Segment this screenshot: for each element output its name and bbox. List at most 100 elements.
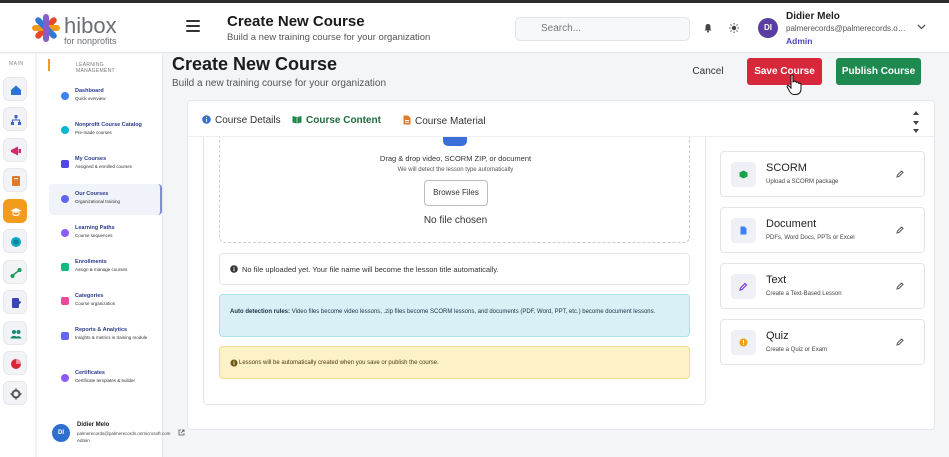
icon-rail: MAIN: [0, 54, 36, 457]
upload-icon: [443, 137, 467, 146]
home-icon: [11, 85, 21, 95]
browse-files-button[interactable]: Browse Files: [424, 180, 488, 206]
tab-label: Course Content: [306, 115, 381, 126]
user-email: palmerecords@palmerecords.onmicrosoft.co…: [786, 24, 910, 33]
user-role: Admin: [786, 36, 813, 46]
nav-user-role: Admin: [77, 438, 90, 443]
rail-learning-button[interactable]: [3, 199, 27, 223]
edit-icon[interactable]: [896, 170, 904, 178]
external-link-icon[interactable]: [178, 429, 185, 436]
nav-item-enrollments[interactable]: Enrollments Assign & manage courses: [49, 252, 162, 283]
pencil-icon: [731, 274, 756, 299]
bell-icon[interactable]: [703, 23, 713, 33]
menu-toggle-icon[interactable]: [186, 20, 200, 32]
network-icon: [10, 268, 22, 278]
material-type-text[interactable]: Text Create a Text-Based Lesson: [720, 263, 925, 309]
path-icon: [61, 229, 69, 237]
chart-icon: [61, 332, 69, 340]
sun-icon[interactable]: [729, 23, 739, 33]
nav-item-subtitle: Course organization: [75, 301, 116, 306]
nav-avatar[interactable]: DI: [52, 424, 70, 442]
nav-item-my-courses[interactable]: My Courses Assigned & enrolled courses: [49, 149, 162, 180]
document-icon: [731, 218, 756, 243]
rail-campaign-button[interactable]: [3, 138, 27, 162]
nav-item-categories[interactable]: Categories Course organization: [49, 286, 162, 317]
nav-item-subtitle: Certificate templates & builder: [75, 378, 136, 383]
avatar[interactable]: DI: [758, 18, 778, 38]
lessons-warning-notice: Lessons will be automatically created wh…: [219, 346, 690, 379]
learning-nav: LEARNING MANAGEMENT Dashboard Quick over…: [37, 54, 185, 457]
svg-text:hibox: hibox: [64, 13, 117, 38]
rail-network-button[interactable]: [3, 260, 27, 284]
info-icon: [202, 115, 211, 124]
book-open-icon: [61, 160, 69, 168]
nav-user-email: palmerecords@palmerecords.onmicrosoft.co…: [77, 431, 171, 436]
edit-icon[interactable]: [896, 338, 904, 346]
megaphone-icon: [11, 146, 21, 156]
auto-detection-text: Video files become video lessons, .zip f…: [291, 309, 656, 315]
rail-settings-button[interactable]: [3, 381, 27, 405]
nav-item-subtitle: Assign & manage courses: [75, 267, 128, 272]
nav-item-subtitle: Insights & metrics in training module: [75, 335, 148, 340]
course-tabs: Course Details Course Content Course Mat…: [188, 101, 934, 137]
material-title: SCORM: [766, 162, 807, 174]
org-chart-icon: [11, 115, 21, 125]
nav-item-reports[interactable]: Reports & Analytics Insights & metrics i…: [49, 320, 162, 356]
auto-detection-notice: Auto detection rules: Video files become…: [219, 294, 690, 337]
rail-globe-button[interactable]: [3, 229, 27, 253]
rail-section-label: MAIN: [9, 61, 24, 67]
rail-reports-button[interactable]: [3, 351, 27, 375]
nav-item-title: Dashboard: [75, 88, 104, 94]
rail-home-button[interactable]: [3, 77, 27, 101]
nav-item-subtitle: Pre-made courses: [75, 130, 112, 135]
tab-label: Course Material: [415, 116, 486, 127]
nav-item-learning-paths[interactable]: Learning Paths Course sequences: [49, 218, 162, 249]
pointer-cursor-icon: [786, 74, 802, 95]
tab-label: Course Details: [215, 115, 281, 126]
cancel-button[interactable]: Cancel: [683, 60, 733, 84]
hibox-logo[interactable]: hibox for nonprofits: [30, 11, 130, 47]
nav-item-subtitle: Organizational training: [75, 199, 121, 204]
material-subtitle: Create a Quiz or Exam: [766, 347, 828, 353]
info-icon: [230, 265, 238, 273]
edit-icon[interactable]: [896, 282, 904, 290]
pie-chart-icon: [11, 359, 21, 369]
chevron-down-icon[interactable]: [917, 24, 926, 30]
catalog-icon: [61, 126, 69, 134]
tab-course-details[interactable]: Course Details: [202, 114, 281, 126]
nav-heading: LEARNING MANAGEMENT: [76, 62, 115, 74]
package-icon: [731, 162, 756, 187]
nav-item-course-catalog[interactable]: Nonprofit Course Catalog Pre-made course…: [49, 115, 162, 146]
book-open-icon: [292, 116, 302, 124]
material-type-quiz[interactable]: Quiz Create a Quiz or Exam: [720, 319, 925, 365]
file-icon: [403, 115, 411, 125]
search-input[interactable]: Search...: [515, 17, 690, 41]
graduation-icon: [10, 208, 22, 216]
rail-docs-button[interactable]: [3, 290, 27, 314]
file-dropzone[interactable]: Drag & drop video, SCORM ZIP, or documen…: [219, 137, 690, 243]
publish-course-button[interactable]: Publish Course: [836, 58, 921, 85]
nav-item-dashboard[interactable]: Dashboard Quick overview: [49, 81, 162, 112]
material-title: Quiz: [766, 330, 789, 342]
user-name: Didier Melo: [786, 11, 840, 22]
rail-people-button[interactable]: [3, 321, 27, 345]
document-edit-icon: [12, 298, 22, 308]
tab-course-material[interactable]: Course Material: [403, 114, 486, 127]
dropzone-instruction: Drag & drop video, SCORM ZIP, or documen…: [379, 154, 532, 163]
user-plus-icon: [61, 263, 69, 271]
rail-org-button[interactable]: [3, 107, 27, 131]
edit-icon[interactable]: [896, 226, 904, 234]
nav-item-subtitle: Course sequences: [75, 233, 113, 238]
tab-course-content[interactable]: Course Content: [292, 114, 381, 126]
tab-scroll-arrows-icon[interactable]: [911, 107, 921, 133]
nav-item-title: My Courses: [75, 156, 107, 162]
rail-library-button[interactable]: [3, 168, 27, 192]
save-course-button[interactable]: Save Course: [747, 58, 822, 85]
book-icon: [12, 176, 20, 186]
upload-info-text: No file uploaded yet. Your file name wil…: [242, 265, 499, 274]
gear-icon: [10, 388, 22, 400]
nav-item-our-courses[interactable]: Our Courses Organizational training: [49, 184, 162, 215]
material-type-scorm[interactable]: SCORM Upload a SCORM package: [720, 151, 925, 197]
material-type-document[interactable]: Document PDFs, Word Docs, PPTs or Excel: [720, 207, 925, 253]
nav-item-certificates[interactable]: Certificates Certificate templates & bui…: [49, 363, 162, 394]
